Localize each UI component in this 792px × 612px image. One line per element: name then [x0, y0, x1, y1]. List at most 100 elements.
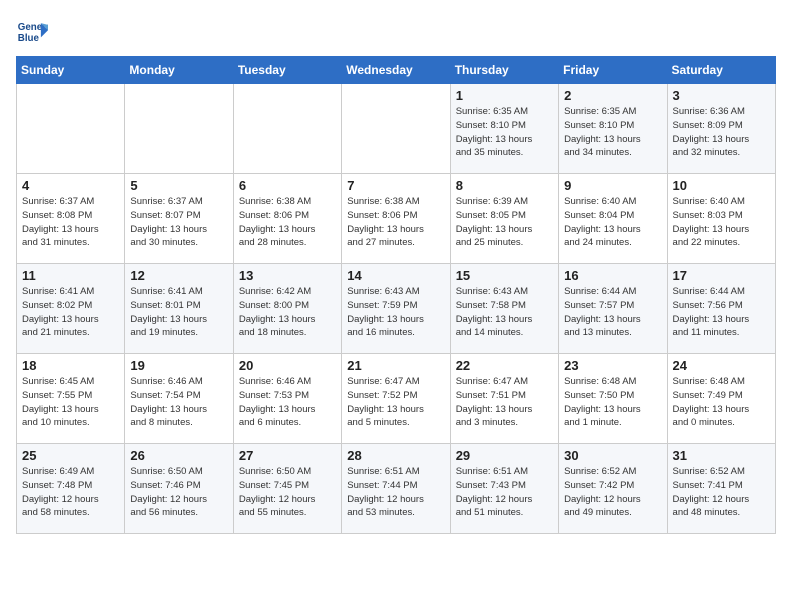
calendar-cell: 7 Sunrise: 6:38 AM Sunset: 8:06 PM Daylig…	[342, 174, 450, 264]
day-info: Sunrise: 6:47 AM Sunset: 7:52 PM Dayligh…	[347, 375, 444, 430]
day-number: 14	[347, 268, 444, 283]
calendar-cell: 17 Sunrise: 6:44 AM Sunset: 7:56 PM Dayli…	[667, 264, 775, 354]
calendar-cell: 22Sunrise: 6:47 AM Sunset: 7:51 PM Dayli…	[450, 354, 558, 444]
day-number: 6	[239, 178, 336, 193]
calendar-cell: 26 Sunrise: 6:50 AM Sunset: 7:46 PM Dayli…	[125, 444, 233, 534]
day-info: Sunrise: 6:40 AM Sunset: 8:03 PM Dayligh…	[673, 195, 770, 250]
calendar-cell	[233, 84, 341, 174]
day-info: Sunrise: 6:46 AM Sunset: 7:53 PM Dayligh…	[239, 375, 336, 430]
day-number: 11	[22, 268, 119, 283]
calendar-cell: 29Sunrise: 6:51 AM Sunset: 7:43 PM Dayli…	[450, 444, 558, 534]
day-number: 2	[564, 88, 661, 103]
calendar-cell: 30 Sunrise: 6:52 AM Sunset: 7:42 PM Dayli…	[559, 444, 667, 534]
day-number: 9	[564, 178, 661, 193]
page-header: General Blue	[16, 16, 776, 48]
day-info: Sunrise: 6:50 AM Sunset: 7:46 PM Dayligh…	[130, 465, 227, 520]
day-number: 4	[22, 178, 119, 193]
calendar-cell	[17, 84, 125, 174]
calendar-cell: 6 Sunrise: 6:38 AM Sunset: 8:06 PM Daylig…	[233, 174, 341, 264]
calendar-cell: 13 Sunrise: 6:42 AM Sunset: 8:00 PM Dayli…	[233, 264, 341, 354]
weekday-header-thursday: Thursday	[450, 57, 558, 84]
calendar-cell: 10 Sunrise: 6:40 AM Sunset: 8:03 PM Dayli…	[667, 174, 775, 264]
day-number: 28	[347, 448, 444, 463]
weekday-header-tuesday: Tuesday	[233, 57, 341, 84]
day-number: 1	[456, 88, 553, 103]
calendar-cell: 27 Sunrise: 6:50 AM Sunset: 7:45 PM Dayli…	[233, 444, 341, 534]
calendar-cell	[342, 84, 450, 174]
calendar-table: SundayMondayTuesdayWednesdayThursdayFrid…	[16, 56, 776, 534]
day-info: Sunrise: 6:44 AM Sunset: 7:57 PM Dayligh…	[564, 285, 661, 340]
calendar-cell: 5 Sunrise: 6:37 AM Sunset: 8:07 PM Daylig…	[125, 174, 233, 264]
week-row-1: 1 Sunrise: 6:35 AM Sunset: 8:10 PM Daylig…	[17, 84, 776, 174]
day-info: Sunrise: 6:45 AM Sunset: 7:55 PM Dayligh…	[22, 375, 119, 430]
day-info: Sunrise: 6:44 AM Sunset: 7:56 PM Dayligh…	[673, 285, 770, 340]
calendar-cell	[125, 84, 233, 174]
day-info: Sunrise: 6:52 AM Sunset: 7:42 PM Dayligh…	[564, 465, 661, 520]
week-row-5: 25Sunrise: 6:49 AM Sunset: 7:48 PM Dayli…	[17, 444, 776, 534]
calendar-cell: 8 Sunrise: 6:39 AM Sunset: 8:05 PM Daylig…	[450, 174, 558, 264]
day-info: Sunrise: 6:38 AM Sunset: 8:06 PM Dayligh…	[239, 195, 336, 250]
day-number: 27	[239, 448, 336, 463]
day-info: Sunrise: 6:35 AM Sunset: 8:10 PM Dayligh…	[564, 105, 661, 160]
weekday-header-row: SundayMondayTuesdayWednesdayThursdayFrid…	[17, 57, 776, 84]
weekday-header-sunday: Sunday	[17, 57, 125, 84]
day-number: 3	[673, 88, 770, 103]
day-info: Sunrise: 6:40 AM Sunset: 8:04 PM Dayligh…	[564, 195, 661, 250]
day-info: Sunrise: 6:48 AM Sunset: 7:50 PM Dayligh…	[564, 375, 661, 430]
calendar-cell: 21 Sunrise: 6:47 AM Sunset: 7:52 PM Dayli…	[342, 354, 450, 444]
day-info: Sunrise: 6:42 AM Sunset: 8:00 PM Dayligh…	[239, 285, 336, 340]
day-info: Sunrise: 6:51 AM Sunset: 7:44 PM Dayligh…	[347, 465, 444, 520]
weekday-header-saturday: Saturday	[667, 57, 775, 84]
day-info: Sunrise: 6:37 AM Sunset: 8:07 PM Dayligh…	[130, 195, 227, 250]
calendar-cell: 15 Sunrise: 6:43 AM Sunset: 7:58 PM Dayli…	[450, 264, 558, 354]
day-info: Sunrise: 6:39 AM Sunset: 8:05 PM Dayligh…	[456, 195, 553, 250]
calendar-cell: 25Sunrise: 6:49 AM Sunset: 7:48 PM Dayli…	[17, 444, 125, 534]
day-info: Sunrise: 6:37 AM Sunset: 8:08 PM Dayligh…	[22, 195, 119, 250]
day-info: Sunrise: 6:49 AM Sunset: 7:48 PM Dayligh…	[22, 465, 119, 520]
day-info: Sunrise: 6:35 AM Sunset: 8:10 PM Dayligh…	[456, 105, 553, 160]
week-row-2: 4 Sunrise: 6:37 AM Sunset: 8:08 PM Daylig…	[17, 174, 776, 264]
calendar-cell: 3 Sunrise: 6:36 AM Sunset: 8:09 PM Daylig…	[667, 84, 775, 174]
day-info: Sunrise: 6:50 AM Sunset: 7:45 PM Dayligh…	[239, 465, 336, 520]
day-number: 21	[347, 358, 444, 373]
day-number: 26	[130, 448, 227, 463]
calendar-cell: 2 Sunrise: 6:35 AM Sunset: 8:10 PM Daylig…	[559, 84, 667, 174]
day-number: 20	[239, 358, 336, 373]
day-info: Sunrise: 6:41 AM Sunset: 8:01 PM Dayligh…	[130, 285, 227, 340]
calendar-cell: 16 Sunrise: 6:44 AM Sunset: 7:57 PM Dayli…	[559, 264, 667, 354]
day-info: Sunrise: 6:47 AM Sunset: 7:51 PM Dayligh…	[456, 375, 553, 430]
day-number: 30	[564, 448, 661, 463]
calendar-cell: 14Sunrise: 6:43 AM Sunset: 7:59 PM Dayli…	[342, 264, 450, 354]
calendar-cell: 28 Sunrise: 6:51 AM Sunset: 7:44 PM Dayli…	[342, 444, 450, 534]
day-number: 23	[564, 358, 661, 373]
calendar-cell: 9 Sunrise: 6:40 AM Sunset: 8:04 PM Daylig…	[559, 174, 667, 264]
logo: General Blue	[16, 16, 54, 48]
day-number: 19	[130, 358, 227, 373]
day-info: Sunrise: 6:51 AM Sunset: 7:43 PM Dayligh…	[456, 465, 553, 520]
day-info: Sunrise: 6:48 AM Sunset: 7:49 PM Dayligh…	[673, 375, 770, 430]
day-number: 8	[456, 178, 553, 193]
day-number: 15	[456, 268, 553, 283]
day-info: Sunrise: 6:38 AM Sunset: 8:06 PM Dayligh…	[347, 195, 444, 250]
day-number: 7	[347, 178, 444, 193]
day-number: 17	[673, 268, 770, 283]
day-info: Sunrise: 6:52 AM Sunset: 7:41 PM Dayligh…	[673, 465, 770, 520]
day-number: 31	[673, 448, 770, 463]
day-number: 12	[130, 268, 227, 283]
day-info: Sunrise: 6:43 AM Sunset: 7:58 PM Dayligh…	[456, 285, 553, 340]
calendar-cell: 23 Sunrise: 6:48 AM Sunset: 7:50 PM Dayli…	[559, 354, 667, 444]
day-number: 10	[673, 178, 770, 193]
calendar-cell: 4 Sunrise: 6:37 AM Sunset: 8:08 PM Daylig…	[17, 174, 125, 264]
day-info: Sunrise: 6:41 AM Sunset: 8:02 PM Dayligh…	[22, 285, 119, 340]
day-info: Sunrise: 6:36 AM Sunset: 8:09 PM Dayligh…	[673, 105, 770, 160]
week-row-3: 11 Sunrise: 6:41 AM Sunset: 8:02 PM Dayli…	[17, 264, 776, 354]
calendar-cell: 20 Sunrise: 6:46 AM Sunset: 7:53 PM Dayli…	[233, 354, 341, 444]
calendar-cell: 12 Sunrise: 6:41 AM Sunset: 8:01 PM Dayli…	[125, 264, 233, 354]
calendar-cell: 18Sunrise: 6:45 AM Sunset: 7:55 PM Dayli…	[17, 354, 125, 444]
calendar-cell: 11 Sunrise: 6:41 AM Sunset: 8:02 PM Dayli…	[17, 264, 125, 354]
day-number: 5	[130, 178, 227, 193]
svg-text:Blue: Blue	[18, 33, 40, 44]
day-number: 13	[239, 268, 336, 283]
weekday-header-wednesday: Wednesday	[342, 57, 450, 84]
day-number: 16	[564, 268, 661, 283]
